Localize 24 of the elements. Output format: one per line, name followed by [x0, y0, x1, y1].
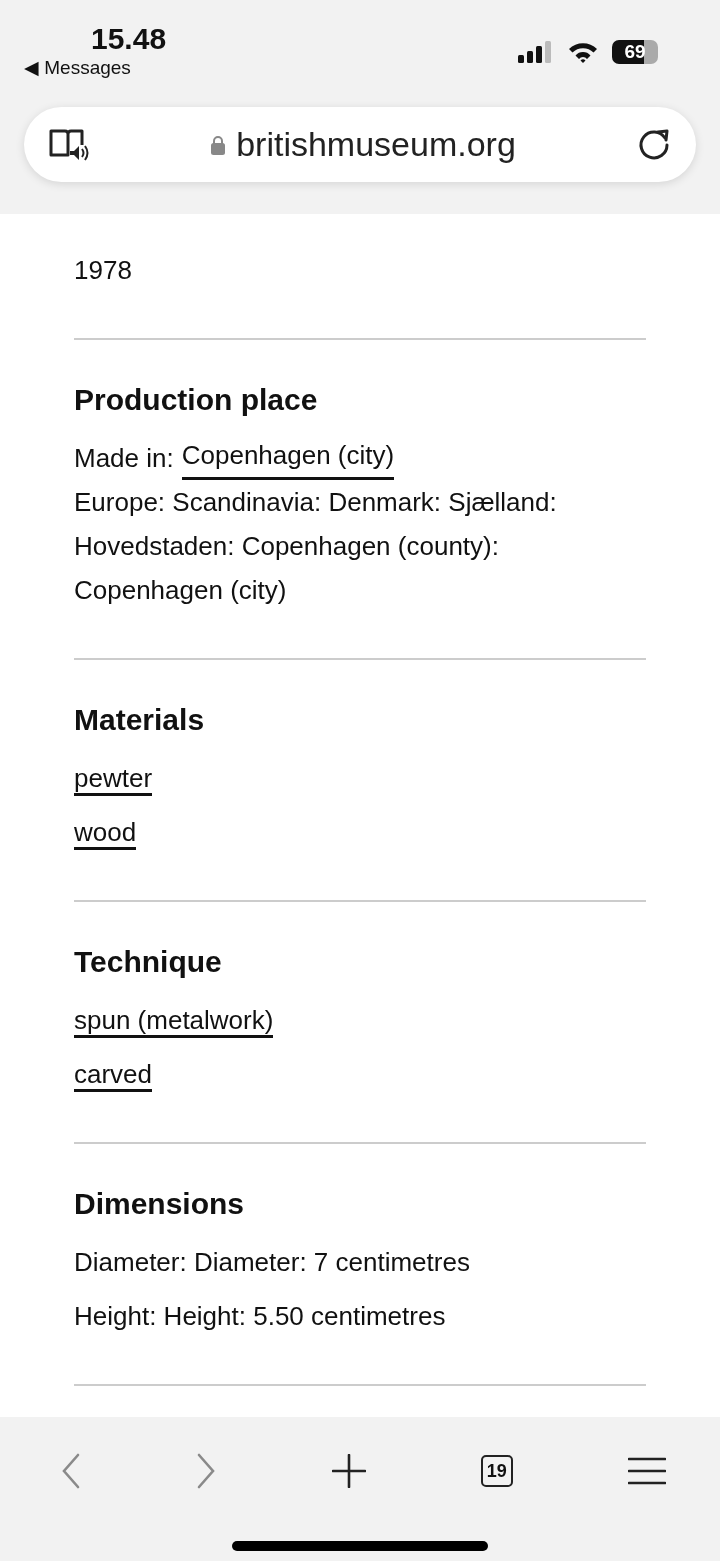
tabs-button[interactable]: 19	[480, 1455, 513, 1487]
section-heading: Production place	[74, 382, 319, 418]
section-heading: Materials	[74, 702, 206, 738]
section-heading: Technique	[74, 944, 223, 980]
section-heading: Dimensions	[74, 1186, 246, 1222]
detail-link[interactable]: Copenhagen (city)	[181, 436, 395, 480]
back-to-app-link[interactable]: ◀ Messages	[24, 56, 167, 80]
plus-icon[interactable]	[331, 1454, 366, 1488]
detail-label: Made in:	[74, 442, 174, 475]
detail-link[interactable]: spun (metalwork)	[74, 1005, 274, 1038]
status-time: 15.48	[91, 22, 167, 56]
url-text: britishmuseum.org	[236, 125, 516, 164]
place-path-text: Europe: Scandinavia: Denmark: Sjælland: Hovedstaden: Copenhagen (county): Copenhagen (city)	[74, 486, 558, 607]
detail-link[interactable]: wood	[74, 817, 137, 850]
address-bar[interactable]: britishmuseum.org	[24, 107, 696, 182]
detail-text: Diameter: Diameter: 7 centimetres	[74, 1246, 471, 1279]
signal-icon	[518, 41, 554, 63]
menu-icon[interactable]	[628, 1456, 666, 1486]
wifi-icon	[568, 41, 598, 63]
detail-text: 1978	[74, 254, 133, 287]
detail-link[interactable]: carved	[74, 1059, 153, 1092]
detail-text: Height: Height: 5.50 centimetres	[74, 1300, 447, 1333]
lock-icon	[210, 134, 227, 155]
detail-link[interactable]: pewter	[74, 763, 153, 796]
